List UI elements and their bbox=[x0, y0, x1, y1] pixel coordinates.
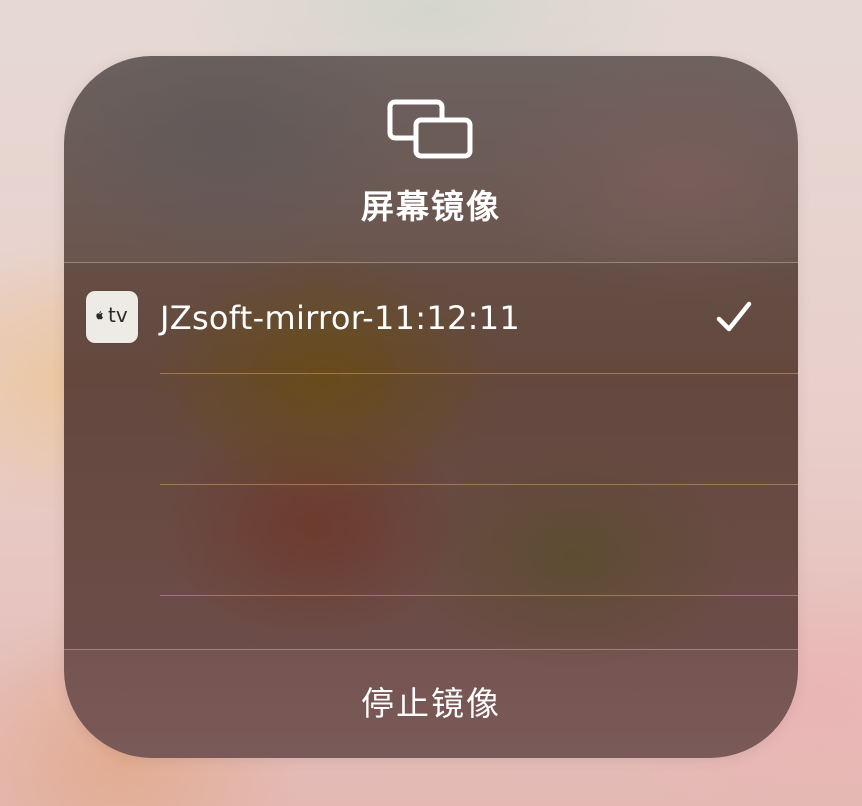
tv-label: tv bbox=[108, 303, 128, 327]
stop-mirroring-button[interactable]: 停止镜像 bbox=[64, 650, 798, 758]
stop-mirroring-label: 停止镜像 bbox=[361, 684, 501, 723]
empty-row bbox=[64, 596, 798, 649]
checkmark-icon bbox=[716, 301, 752, 332]
screen-mirroring-panel: 屏幕镜像 tv JZsoft-mirror-11:12:11 停止镜像 bbox=[64, 56, 798, 758]
screen-mirroring-icon bbox=[387, 99, 473, 159]
device-name: JZsoft-mirror-11:12:11 bbox=[160, 299, 521, 337]
panel-title: 屏幕镜像 bbox=[361, 187, 501, 226]
device-list: tv JZsoft-mirror-11:12:11 bbox=[64, 263, 798, 649]
apple-tv-icon: tv bbox=[86, 291, 138, 343]
device-row[interactable]: tv JZsoft-mirror-11:12:11 bbox=[64, 263, 798, 374]
panel-header: 屏幕镜像 bbox=[64, 56, 798, 262]
empty-row bbox=[64, 374, 798, 485]
empty-row bbox=[64, 485, 798, 596]
